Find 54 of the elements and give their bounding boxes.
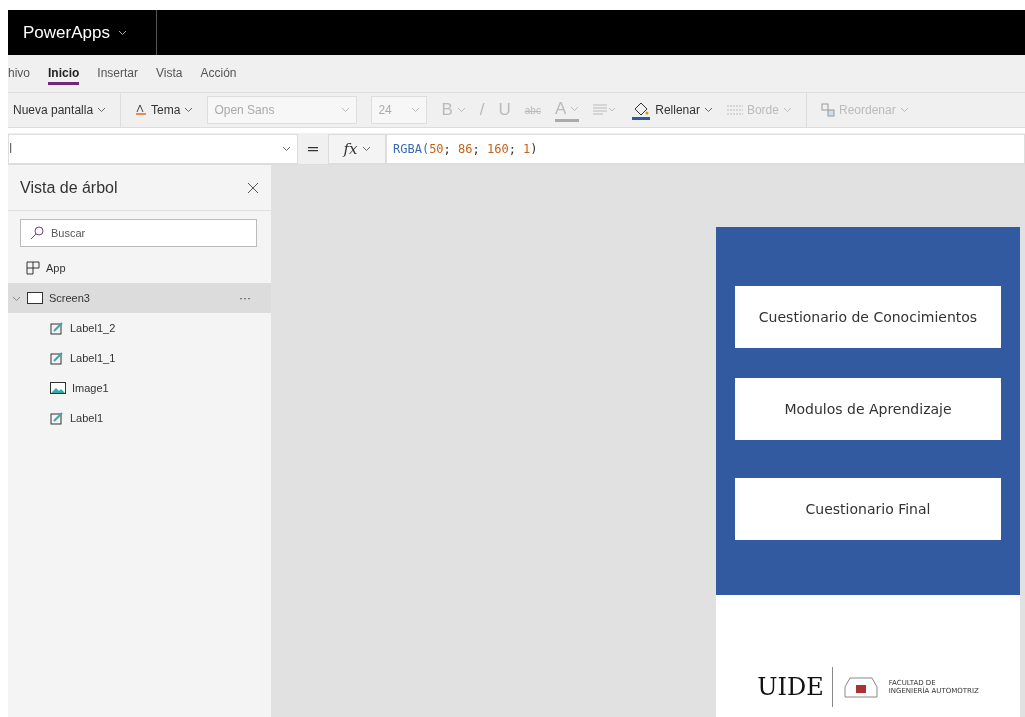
- tree-item[interactable]: Label1_1: [8, 343, 271, 373]
- menu-button[interactable]: Cuestionario Final: [735, 478, 1001, 540]
- chevron-icon: [703, 107, 713, 113]
- search-icon: [30, 226, 44, 240]
- tree-item-label: Screen3: [49, 292, 90, 304]
- tree-item-label: Label1_2: [70, 322, 116, 334]
- pencil-icon: [50, 351, 64, 365]
- paint-bucket-icon: [631, 100, 652, 120]
- reorder-icon: [820, 103, 835, 117]
- chevron-icon: [282, 145, 291, 152]
- chevron-icon: [411, 107, 421, 113]
- menu-tab[interactable]: Vista: [156, 62, 183, 85]
- menu-tab[interactable]: hivo: [8, 62, 30, 85]
- tree-item-label: Image1: [72, 382, 109, 394]
- border-icon: [726, 105, 743, 115]
- tree-item[interactable]: App: [8, 253, 271, 283]
- menu-tab[interactable]: Inicio: [48, 62, 80, 85]
- theme-icon: [135, 104, 148, 116]
- tree-item-label: Label1: [70, 412, 104, 424]
- chevron-icon: [97, 107, 107, 113]
- menu-tab[interactable]: Insertar: [97, 62, 139, 85]
- chevron-icon: [570, 105, 580, 112]
- menu-button[interactable]: Cuestionario de Conocimientos: [735, 286, 1001, 348]
- screen-icon: [27, 292, 43, 304]
- theme-button[interactable]: Tema: [135, 103, 194, 117]
- new-screen-button[interactable]: Nueva pantalla: [13, 103, 107, 117]
- logo-name: UIDE: [757, 675, 824, 699]
- menu-tab[interactable]: Acción: [200, 62, 237, 85]
- close-icon[interactable]: [247, 181, 259, 194]
- menu-button[interactable]: Modulos de Aprendizaje: [735, 378, 1001, 440]
- chevron-icon: [361, 145, 371, 152]
- tree-item[interactable]: Image1: [8, 373, 271, 403]
- chevron-icon: [117, 29, 127, 36]
- app-grid-icon: [26, 261, 40, 275]
- fill-button[interactable]: Rellenar: [631, 100, 713, 120]
- pencil-icon: [50, 411, 64, 425]
- chevron-icon: [184, 107, 194, 113]
- pencil-icon: [50, 321, 64, 335]
- search-field[interactable]: Buscar: [20, 219, 257, 247]
- more-options-button[interactable]: ···: [239, 291, 251, 305]
- fx-button[interactable]: fx: [328, 133, 386, 164]
- image-icon: [50, 382, 66, 394]
- formula-field[interactable]: RGBA(50; 86; 160; 1): [386, 133, 1025, 164]
- chevron-icon: [899, 107, 909, 113]
- equals-sign: =: [305, 139, 321, 158]
- tree-item-label: Label1_1: [70, 352, 116, 364]
- tree-item[interactable]: Screen3 ···: [8, 283, 271, 313]
- tree-item[interactable]: Label1: [8, 403, 271, 433]
- tree-item-label: App: [46, 262, 66, 274]
- property-dropdown[interactable]: l: [8, 133, 298, 164]
- chevron-icon: [341, 107, 351, 113]
- chevron-icon: [782, 107, 792, 113]
- panel-title: Vista de árbol: [20, 178, 118, 197]
- tree-item[interactable]: Label1_2: [8, 313, 271, 343]
